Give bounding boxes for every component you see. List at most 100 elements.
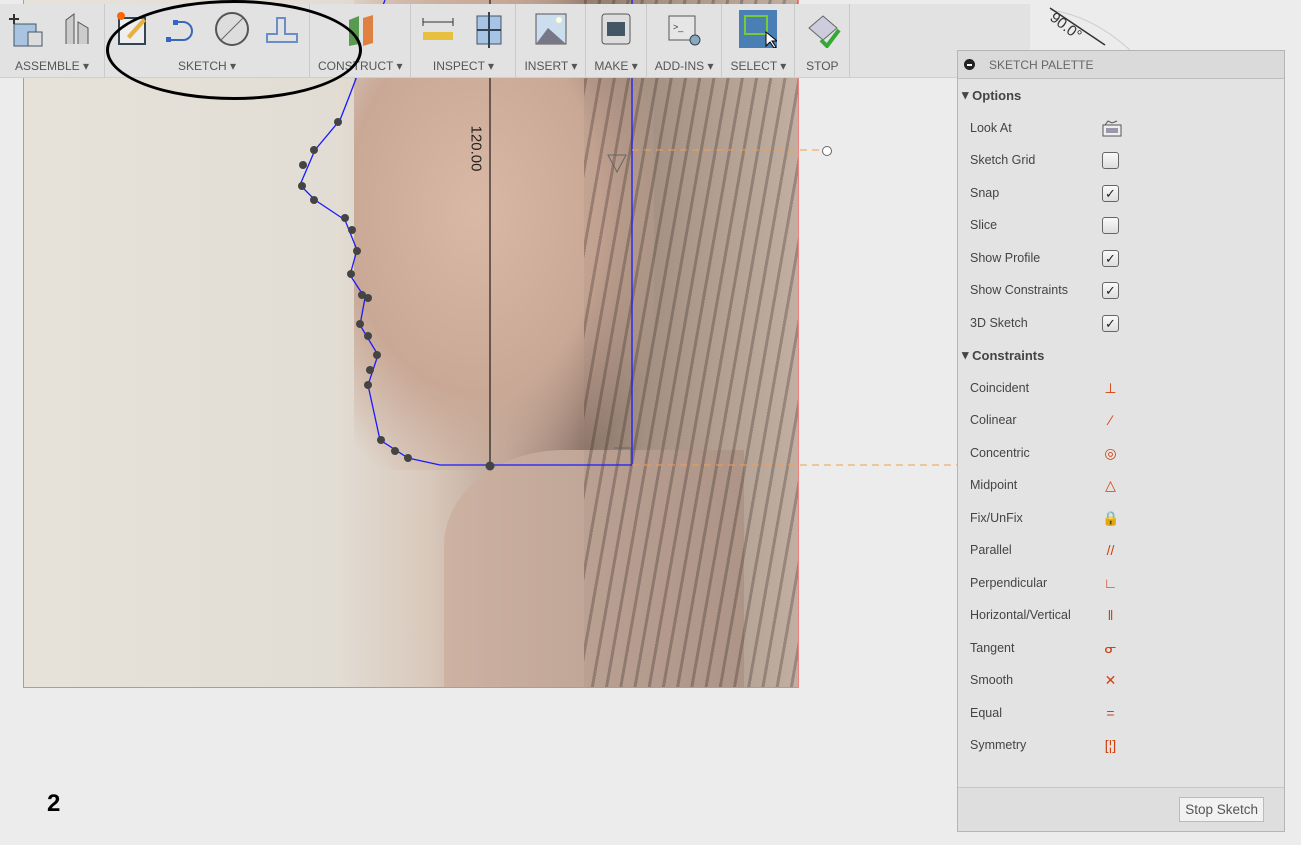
- constraint-coincident[interactable]: Coincident ⊥: [958, 372, 1284, 405]
- constraints-label: Constraints: [972, 347, 1045, 363]
- stop-sketch-button[interactable]: Stop Sketch: [1179, 797, 1264, 822]
- constraint-equal[interactable]: Equal =: [958, 697, 1284, 730]
- constraint-fix-unfix[interactable]: Fix/UnFix 🔒: [958, 502, 1284, 535]
- constraint-horizontal-vertical[interactable]: Horizontal/Vertical ‖: [958, 599, 1284, 632]
- toolbar-menu-label[interactable]: SELECT ▾: [730, 59, 786, 73]
- constraint-label: Perpendicular: [970, 575, 1048, 590]
- checkbox[interactable]: ✓: [1102, 184, 1119, 202]
- constraint-label: Concentric: [970, 445, 1030, 460]
- create-sketch-icon[interactable]: [113, 10, 151, 48]
- checkbox[interactable]: [1102, 217, 1119, 234]
- spline-icon[interactable]: [163, 10, 201, 48]
- palette-title: SKETCH PALETTE: [989, 57, 1094, 72]
- constraint-midpoint[interactable]: Midpoint △: [958, 469, 1284, 502]
- constraint-label: Horizontal/Vertical: [970, 608, 1071, 623]
- joint-icon[interactable]: [58, 10, 96, 48]
- constraint-icon: 🔒: [1102, 509, 1120, 526]
- section-analysis-icon[interactable]: [469, 10, 507, 48]
- scripts-icon[interactable]: >_: [665, 10, 703, 48]
- toolbar-group-insert: INSERT ▾: [516, 4, 587, 77]
- option-row: Slice: [958, 209, 1284, 242]
- toolbar-group-inspect: INSPECT ▾: [411, 4, 517, 77]
- constraint-label: Fix/UnFix: [970, 510, 1023, 525]
- option-label: Show Profile: [970, 250, 1041, 265]
- spline-points: [298, 118, 495, 471]
- toolbar-group-sketch: SKETCH ▾: [105, 4, 310, 77]
- circle-icon[interactable]: [213, 10, 251, 48]
- option-label: 3D Sketch: [970, 315, 1028, 330]
- constraint-icon: ∟: [1103, 574, 1118, 591]
- constraint-label: Equal: [970, 705, 1002, 720]
- constraint-icon: △: [1105, 477, 1116, 493]
- toolbar-menu-label[interactable]: MAKE ▾: [594, 59, 637, 73]
- offset-icon[interactable]: [263, 10, 301, 48]
- constraint-label: Colinear: [970, 413, 1017, 428]
- toolbar-menu-label[interactable]: INSPECT ▾: [433, 59, 494, 73]
- constraint-concentric[interactable]: Concentric ◎: [958, 437, 1284, 470]
- option-row: Show Profile ✓: [958, 242, 1284, 275]
- constraint-icon: ✕: [1104, 672, 1117, 688]
- select-icon[interactable]: [739, 10, 778, 48]
- constraint-symmetry[interactable]: Symmetry [¦]: [958, 729, 1284, 762]
- constraint-icon: =: [1106, 704, 1115, 721]
- stop-sketch-icon[interactable]: [803, 10, 841, 48]
- option-row: Look At: [958, 112, 1284, 145]
- constraint-smooth[interactable]: Smooth ✕: [958, 664, 1284, 697]
- checkbox[interactable]: ✓: [1102, 314, 1119, 332]
- option-label: Show Constraints: [970, 283, 1068, 298]
- 3d-print-icon[interactable]: [597, 10, 635, 48]
- constraint-icon: //: [1106, 542, 1115, 558]
- new-component-icon[interactable]: [8, 10, 46, 48]
- toolbar-group-construct: CONSTRUCT ▾: [310, 4, 412, 77]
- measure-icon[interactable]: [419, 10, 457, 48]
- toolbar-group-assemble: ASSEMBLE ▾: [0, 4, 105, 77]
- option-row: 3D Sketch ✓: [958, 307, 1284, 340]
- checkbox[interactable]: ✓: [1102, 282, 1119, 299]
- toolbar-menu-label[interactable]: STOP: [806, 59, 838, 73]
- toolbar-menu-label[interactable]: CONSTRUCT ▾: [318, 59, 402, 73]
- checkbox[interactable]: ✓: [1102, 249, 1119, 267]
- constraint-icon: [¦]: [1104, 737, 1117, 753]
- toolbar-menu-label[interactable]: ASSEMBLE ▾: [15, 59, 89, 73]
- constraint-perpendicular[interactable]: Perpendicular ∟: [958, 567, 1284, 600]
- toolbar-menu-label[interactable]: INSERT ▾: [524, 59, 577, 73]
- constraint-label: Symmetry: [970, 738, 1027, 753]
- look-at-icon[interactable]: [1102, 119, 1122, 137]
- toolbar-menu-label[interactable]: SKETCH ▾: [178, 59, 236, 73]
- constraint-tangent[interactable]: Tangent ᓂ: [958, 632, 1284, 665]
- constraint-parallel[interactable]: Parallel //: [958, 534, 1284, 567]
- option-label: Look At: [970, 120, 1012, 135]
- options-label: Options: [972, 87, 1022, 103]
- checkbox[interactable]: [1102, 152, 1119, 169]
- constraint-label: Tangent: [970, 640, 1015, 655]
- constraint-colinear[interactable]: Colinear ⁄: [958, 404, 1284, 437]
- constraint-label: Parallel: [970, 543, 1012, 558]
- toolbar-group-add-ins: >_ ADD-INS ▾: [647, 4, 723, 77]
- constraint-icon: ⁄: [1109, 412, 1112, 428]
- option-row: Snap ✓: [958, 177, 1284, 210]
- options-section[interactable]: ▾ Options: [958, 79, 1284, 112]
- option-label: Sketch Grid: [970, 153, 1036, 168]
- svg-text:>_: >_: [673, 22, 684, 32]
- option-row: Sketch Grid: [958, 144, 1284, 177]
- constraint-label: Smooth: [970, 673, 1014, 688]
- dimension-label[interactable]: 120.00: [467, 126, 484, 172]
- toolbar-menu-label[interactable]: ADD-INS ▾: [655, 59, 714, 73]
- constraint-icon: ⊥: [1104, 379, 1117, 396]
- constraint-icon: ‖: [1107, 607, 1114, 623]
- toolbar-group-select: SELECT ▾: [722, 4, 796, 77]
- plane-icon[interactable]: [341, 10, 379, 48]
- insert-image-icon[interactable]: [532, 10, 570, 48]
- page-number: 2: [47, 790, 61, 817]
- collapse-icon[interactable]: [964, 59, 975, 70]
- constraint-icon: ᓂ: [1104, 639, 1117, 656]
- constraint-icon: ◎: [1104, 444, 1117, 461]
- toolbar-group-stop: STOP: [795, 4, 851, 77]
- sketch-palette: SKETCH PALETTE ▾ Options Look At Sketch G…: [957, 50, 1285, 832]
- option-row: Show Constraints ✓: [958, 274, 1284, 307]
- constraint-label: Coincident: [970, 380, 1030, 395]
- toolbar-group-make: MAKE ▾: [586, 4, 647, 77]
- option-label: Snap: [970, 185, 1000, 200]
- constraints-section[interactable]: ▾ Constraints: [958, 339, 1284, 372]
- option-label: Slice: [970, 218, 998, 233]
